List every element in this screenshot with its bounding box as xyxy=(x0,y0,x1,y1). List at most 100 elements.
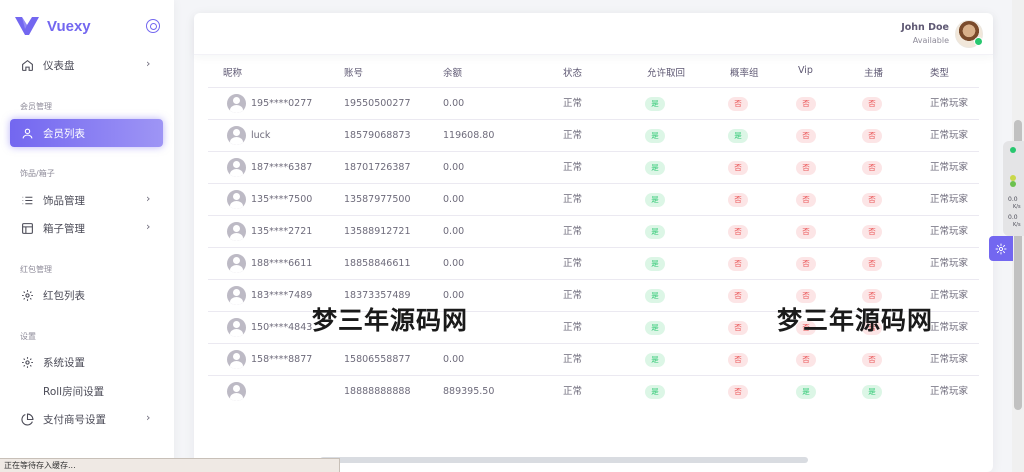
table-row[interactable]: 18888888888 889395.50 正常 是 否 是 是 正常玩家 xyxy=(208,375,979,407)
column-header-status[interactable]: 状态 xyxy=(563,65,582,79)
sidebar-section-label: 会员管理 xyxy=(20,102,52,111)
balance-cell: 119608.80 xyxy=(443,130,495,141)
sidebar-item-label: Roll房间设置 xyxy=(43,385,105,398)
status-cell: 正常 xyxy=(563,162,583,173)
type-cell: 正常玩家 xyxy=(930,386,969,397)
sidebar-item-4[interactable]: 饰品管理 › xyxy=(10,186,163,214)
table-row[interactable]: luck 18579068873 119608.80 正常 是 是 否 否 正常玩家 xyxy=(208,119,979,151)
status-cell: 正常 xyxy=(563,386,583,397)
sidebar-item-9[interactable]: 系统设置 xyxy=(10,348,163,376)
gear-icon xyxy=(20,288,34,302)
column-header-type[interactable]: 类型 xyxy=(930,65,949,79)
type-cell: 正常玩家 xyxy=(930,290,969,301)
column-header-allow[interactable]: 允许取回 xyxy=(647,65,685,79)
anchor-badge: 否 xyxy=(862,257,882,271)
user-avatar-icon xyxy=(227,190,246,209)
column-header-prob[interactable]: 概率组 xyxy=(730,65,759,79)
type-cell: 正常玩家 xyxy=(930,226,969,237)
user-icon xyxy=(20,126,34,140)
vip-badge: 否 xyxy=(796,193,816,207)
watermark-right: 梦三年源码网 xyxy=(777,306,934,335)
sidebar-item-10[interactable]: Roll房间设置 xyxy=(10,377,163,405)
vip-badge: 否 xyxy=(796,97,816,111)
column-header-account[interactable]: 账号 xyxy=(344,65,363,79)
horizontal-scrollbar[interactable] xyxy=(320,457,808,463)
allow-badge: 是 xyxy=(645,257,665,271)
column-header-anchor[interactable]: 主播 xyxy=(864,65,883,79)
table-row[interactable]: 158****8877 15806558877 0.00 正常 是 否 否 否 正常玩家 xyxy=(208,343,979,375)
user-avatar-icon xyxy=(227,350,246,369)
user-avatar-icon xyxy=(227,286,246,305)
type-cell: 正常玩家 xyxy=(930,258,969,269)
sidebar-item-5[interactable]: 箱子管理 › xyxy=(10,214,163,242)
prob-badge: 否 xyxy=(728,193,748,207)
balance-cell: 889395.50 xyxy=(443,386,495,397)
table-row[interactable]: 195****0277 19550500277 0.00 正常 是 否 否 否 正常玩家 xyxy=(208,87,979,119)
network-monitor-panel: 0.0 K/s 0.0 K/s xyxy=(1003,141,1024,236)
user-status: Available xyxy=(912,36,949,45)
nickname-cell: 150****4843 xyxy=(251,322,313,333)
prob-badge: 否 xyxy=(728,225,748,239)
table-row[interactable]: 135****7500 13587977500 0.00 正常 是 否 否 否 正常玩家 xyxy=(208,183,979,215)
anchor-badge: 否 xyxy=(862,97,882,111)
pie-chart-icon xyxy=(20,412,34,426)
sidebar-section-label: 饰品/箱子 xyxy=(20,169,55,178)
sidebar-item-0[interactable]: 仪表盘 › xyxy=(10,51,163,79)
top-navbar: John Doe Available xyxy=(194,13,993,55)
type-cell: 正常玩家 xyxy=(930,194,969,205)
type-cell: 正常玩家 xyxy=(930,354,969,365)
column-header-nickname[interactable]: 昵称 xyxy=(223,65,242,79)
sidebar-item-2[interactable]: 会员列表 xyxy=(10,119,163,147)
nickname-cell: 158****8877 xyxy=(251,354,313,365)
balance-cell: 0.00 xyxy=(443,162,465,173)
chevron-right-icon: › xyxy=(146,411,151,424)
sidebar-item-7[interactable]: 红包列表 xyxy=(10,281,163,309)
nickname-cell: 135****7500 xyxy=(251,194,313,205)
table-row[interactable]: 188****6611 18858846611 0.00 正常 是 否 否 否 正常玩家 xyxy=(208,247,979,279)
gear-icon xyxy=(20,355,34,369)
user-name[interactable]: John Doe xyxy=(901,22,949,33)
customizer-button[interactable] xyxy=(989,236,1013,261)
sidebar-section-label: 红包管理 xyxy=(20,265,52,274)
status-cell: 正常 xyxy=(563,322,583,333)
nickname-cell: 188****6611 xyxy=(251,258,313,269)
upload-speed: 0.0 xyxy=(1008,196,1018,203)
column-header-vip[interactable]: Vip xyxy=(798,65,813,76)
status-cell: 正常 xyxy=(563,354,583,365)
anchor-badge: 是 xyxy=(862,385,882,399)
user-avatar-icon xyxy=(227,158,246,177)
user-avatar-icon xyxy=(227,126,246,145)
download-speed-unit: K/s xyxy=(1013,222,1021,228)
status-cell: 正常 xyxy=(563,130,583,141)
sidebar-item-label: 饰品管理 xyxy=(43,194,85,207)
status-cell: 正常 xyxy=(563,226,583,237)
page-scrollbar[interactable] xyxy=(1012,0,1024,472)
prob-badge: 否 xyxy=(728,257,748,271)
anchor-badge: 否 xyxy=(862,129,882,143)
balance-cell: 0.00 xyxy=(443,258,465,269)
nickname-cell: 195****0277 xyxy=(251,98,313,109)
prob-badge: 否 xyxy=(728,161,748,175)
sidebar: Vuexy 仪表盘 › 会员管理 会员列表 饰品/箱子 饰品管理 › 箱子管理 › 红包管理 红包列… xyxy=(0,0,174,472)
anchor-badge: 否 xyxy=(862,225,882,239)
balance-cell: 0.00 xyxy=(443,226,465,237)
allow-badge: 是 xyxy=(645,129,665,143)
main-card: John Doe Available 昵称 账号 余额 状态 允许取回 概率组 Vip 主播 类… xyxy=(194,13,993,472)
account-cell: 19550500277 xyxy=(344,98,411,109)
table-row[interactable]: 187****6387 18701726387 0.00 正常 是 否 否 否 正常玩家 xyxy=(208,151,979,183)
prob-badge: 否 xyxy=(728,321,748,335)
status-cell: 正常 xyxy=(563,194,583,205)
account-cell: 15806558877 xyxy=(344,354,411,365)
account-cell: 13588912721 xyxy=(344,226,411,237)
prob-badge: 否 xyxy=(728,97,748,111)
column-header-balance[interactable]: 余额 xyxy=(443,65,462,79)
sidebar-toggle-icon[interactable] xyxy=(146,19,160,33)
sidebar-item-label: 系统设置 xyxy=(43,356,85,369)
user-avatar[interactable] xyxy=(955,20,983,48)
balance-cell: 0.00 xyxy=(443,98,465,109)
table-row[interactable]: 135****2721 13588912721 0.00 正常 是 否 否 否 正常玩家 xyxy=(208,215,979,247)
allow-badge: 是 xyxy=(645,289,665,303)
home-icon xyxy=(20,58,34,72)
sidebar-item-11[interactable]: 支付商号设置 › xyxy=(10,405,163,433)
anchor-badge: 否 xyxy=(862,161,882,175)
